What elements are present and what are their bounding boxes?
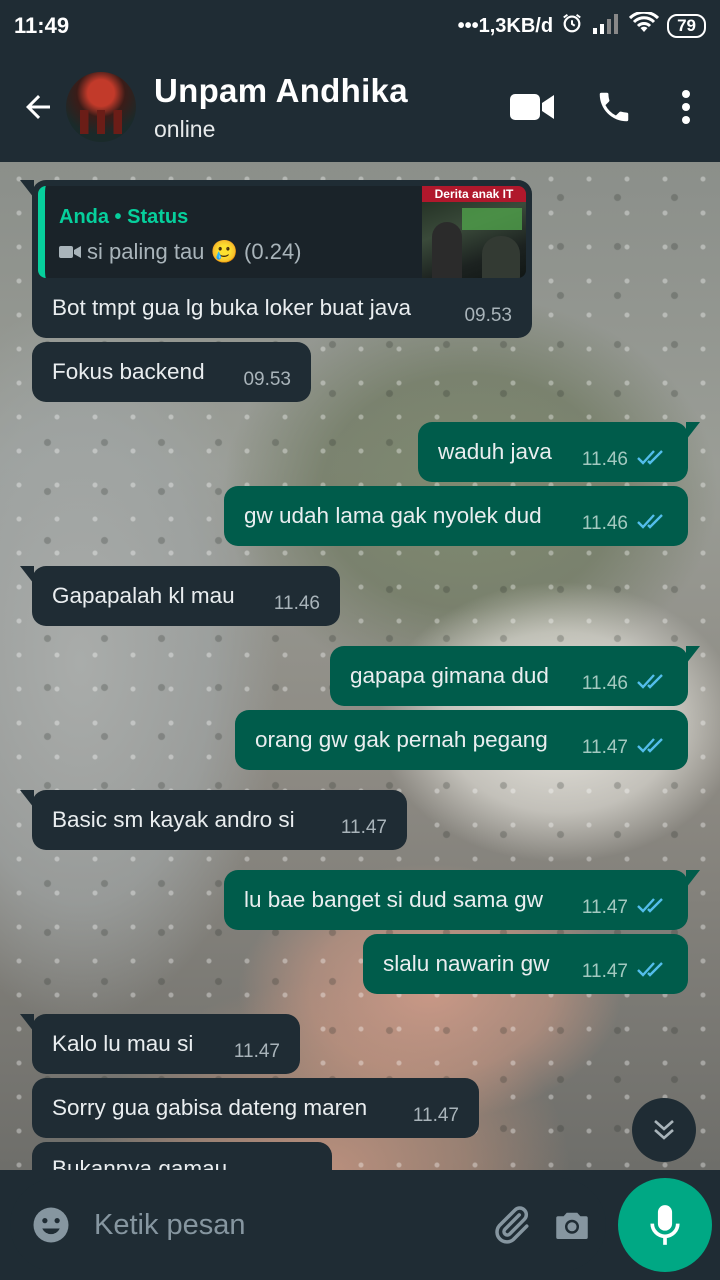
message-outgoing[interactable]: gw udah lama gak nyolek dud 11.46 — [224, 486, 688, 546]
microphone-icon — [650, 1205, 680, 1245]
read-ticks-icon — [636, 959, 668, 985]
message-incoming[interactable]: Gapapalah kl mau 11.46 — [20, 566, 340, 626]
double-chevron-down-icon — [654, 1120, 674, 1140]
quote-text: si paling tau 🥲 (0.24) — [87, 239, 302, 264]
contact-status: online — [154, 115, 216, 142]
more-options-icon[interactable] — [668, 79, 704, 135]
contact-avatar[interactable] — [66, 72, 136, 142]
back-arrow-icon[interactable] — [8, 77, 68, 137]
read-ticks-icon — [636, 671, 668, 697]
contact-info[interactable]: Unpam Andhika online — [154, 72, 504, 143]
message-time: 11.47 — [581, 897, 628, 918]
emoji-icon[interactable] — [30, 1201, 72, 1249]
message-incoming-reply[interactable]: Anda • Status si paling tau 🥲 (0.24) Der… — [20, 180, 532, 338]
read-ticks-icon — [636, 735, 668, 761]
message-outgoing[interactable]: gapapa gimana dud 11.46 — [330, 646, 700, 706]
message-text: orang gw gak pernah pegang — [255, 727, 548, 752]
status-thumbnail: Derita anak IT — [422, 186, 526, 278]
message-outgoing[interactable]: slalu nawarin gw 11.47 — [363, 934, 688, 994]
message-time: 11.47 — [412, 1105, 459, 1126]
battery-indicator: 79 — [667, 14, 706, 38]
message-time: 11.46 — [581, 513, 628, 534]
message-time: 11.47 — [340, 817, 387, 838]
status-time: 11:49 — [14, 13, 70, 38]
message-outgoing[interactable]: lu bae banget si dud sama gw 11.47 — [224, 870, 700, 930]
read-ticks-icon — [636, 447, 668, 473]
status-bar: 11:49 •••1,3KB/d 79 — [0, 0, 720, 52]
message-incoming[interactable]: Kalo lu mau si 11.47 — [20, 1014, 300, 1074]
quote-author: Anda • Status — [59, 206, 189, 228]
message-time: 11.47 — [233, 1041, 280, 1062]
message-incoming[interactable]: Sorry gua gabisa dateng maren 11.47 — [32, 1078, 479, 1138]
message-outgoing[interactable]: orang gw gak pernah pegang 11.47 — [235, 710, 688, 770]
message-text: gw udah lama gak nyolek dud — [244, 503, 542, 528]
message-time: 11.47 — [581, 737, 628, 758]
wifi-icon — [629, 10, 660, 40]
message-time: 11.46 — [581, 449, 628, 470]
message-time: 11.46 — [273, 593, 320, 614]
message-outgoing[interactable]: waduh java 11.46 — [418, 422, 700, 482]
message-text: Gapapalah kl mau — [52, 583, 235, 608]
signal-icon — [591, 12, 621, 40]
status-indicators: •••1,3KB/d 79 — [457, 10, 706, 40]
read-ticks-icon — [636, 511, 668, 537]
message-text: Bukannya gamau — [52, 1156, 228, 1170]
quoted-status[interactable]: Anda • Status si paling tau 🥲 (0.24) Der… — [38, 186, 526, 278]
read-ticks-icon — [636, 895, 668, 921]
message-text: gapapa gimana dud — [350, 663, 549, 688]
voice-record-button[interactable] — [618, 1178, 712, 1272]
video-call-icon[interactable] — [504, 79, 560, 135]
thumbnail-label: Derita anak IT — [422, 186, 526, 202]
message-time: 09.53 — [464, 304, 512, 326]
contact-name: Unpam Andhika — [154, 71, 408, 109]
message-text: lu bae banget si dud sama gw — [244, 887, 543, 912]
message-input[interactable] — [94, 1208, 471, 1242]
chat-area[interactable]: Anda • Status si paling tau 🥲 (0.24) Der… — [0, 162, 720, 1170]
message-text: Bot tmpt gua lg buka loker buat java — [52, 294, 411, 320]
message-text: slalu nawarin gw — [383, 951, 550, 976]
video-icon — [59, 239, 81, 265]
message-text: Basic sm kayak andro si — [52, 807, 295, 832]
message-incoming[interactable]: Basic sm kayak andro si 11.47 — [20, 790, 407, 850]
chat-header: Unpam Andhika online — [0, 52, 720, 162]
network-speed: •••1,3KB/d — [457, 14, 554, 37]
message-time: 11.46 — [581, 673, 628, 694]
message-composer — [10, 1178, 606, 1272]
scroll-to-bottom-button[interactable] — [632, 1098, 696, 1162]
message-text: Kalo lu mau si — [52, 1031, 194, 1056]
message-time: 11.47 — [581, 961, 628, 982]
camera-icon[interactable] — [551, 1199, 593, 1251]
message-text: waduh java — [438, 439, 552, 464]
message-incoming-partial[interactable]: Bukannya gamau — [32, 1142, 332, 1170]
message-time: 09.53 — [243, 369, 291, 390]
message-text: Sorry gua gabisa dateng maren — [52, 1095, 368, 1120]
voice-call-icon[interactable] — [586, 79, 642, 135]
message-incoming[interactable]: Fokus backend 09.53 — [32, 342, 311, 402]
alarm-icon — [561, 12, 583, 40]
attach-paperclip-icon[interactable] — [489, 1199, 533, 1251]
message-text: Fokus backend — [52, 359, 205, 384]
